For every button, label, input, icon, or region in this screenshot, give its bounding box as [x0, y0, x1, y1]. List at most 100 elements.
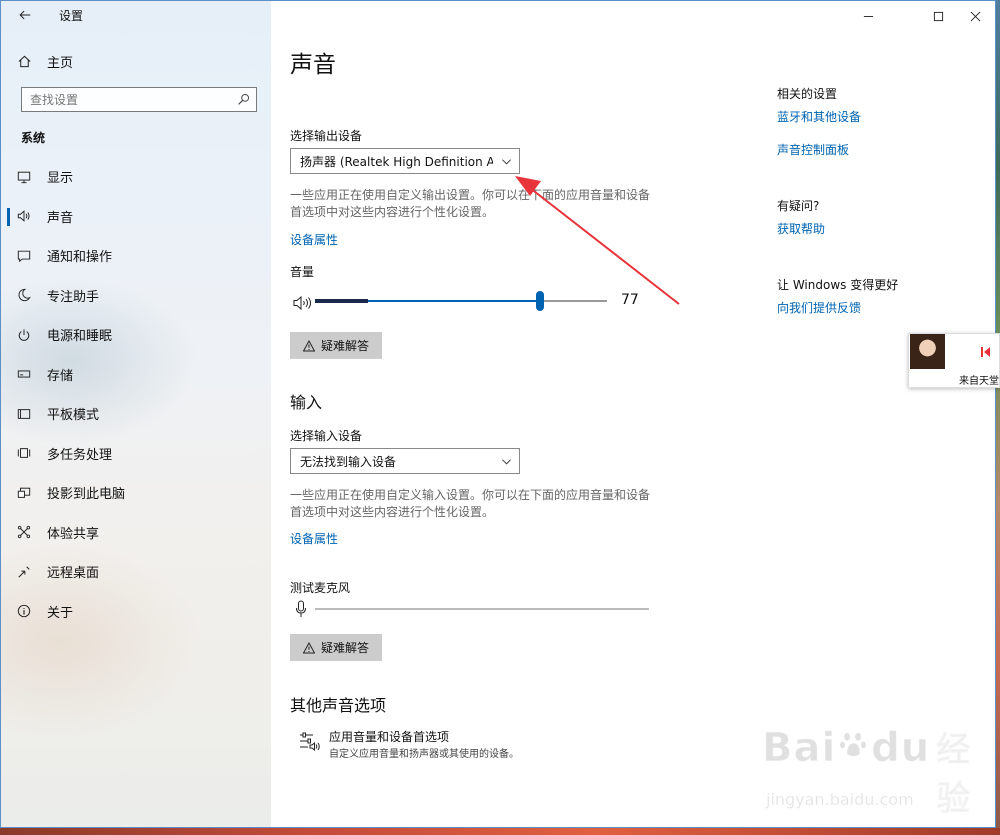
nav-home[interactable]: 主页 — [1, 49, 271, 73]
warning-icon — [302, 339, 315, 351]
sidebar-item-sound[interactable]: 声音 — [1, 197, 271, 237]
input-device-value: 无法找到输入设备 — [300, 454, 397, 469]
sidebar-item-about[interactable]: 关于 — [1, 592, 271, 632]
sidebar-item-display[interactable]: 显示 — [1, 157, 271, 197]
nav-home-label: 主页 — [47, 55, 74, 71]
sidebar-item-project[interactable]: 投影到此电脑 — [1, 473, 271, 513]
close-button[interactable] — [958, 5, 992, 27]
volume-slider[interactable] — [315, 291, 607, 311]
app-volume-link[interactable]: 应用音量和设备首选项 — [329, 728, 449, 745]
search-box[interactable] — [21, 87, 257, 112]
input-troubleshoot-button[interactable]: 疑难解答 — [290, 634, 382, 661]
arrow-left-icon — [19, 10, 31, 20]
related-settings-heading: 相关的设置 — [777, 87, 838, 101]
get-help-link[interactable]: 获取帮助 — [777, 220, 825, 237]
microphone-icon — [296, 600, 306, 617]
output-device-label: 选择输出设备 — [290, 129, 363, 143]
sidebar-item-power[interactable]: 电源和睡眠 — [1, 315, 271, 355]
sidebar-section-title: 系统 — [21, 131, 46, 145]
notification-icon — [1, 249, 47, 263]
widget-caption: 来自天堂 — [959, 376, 999, 387]
sidebar-item-label: 显示 — [47, 171, 74, 187]
watermark-text-right: du — [871, 725, 931, 772]
sidebar-item-shared-experiences[interactable]: 体验共享 — [1, 513, 271, 553]
speaker-icon — [293, 295, 311, 311]
power-icon — [1, 328, 47, 342]
sidebar-item-label: 声音 — [47, 210, 74, 226]
tablet-icon — [1, 407, 47, 421]
widget-avatar — [910, 334, 945, 369]
back-button[interactable] — [13, 4, 37, 26]
desktop-background — [996, 0, 1000, 835]
home-icon — [1, 54, 47, 69]
output-device-value: 扬声器 (Realtek High Definition A... — [300, 154, 493, 169]
close-icon — [970, 11, 980, 21]
main-content: 声音 选择输出设备 扬声器 (Realtek High Definition A… — [271, 1, 995, 827]
previous-track-icon[interactable] — [981, 346, 991, 358]
chevron-down-icon — [493, 456, 519, 467]
project-icon — [1, 486, 47, 500]
minimize-icon — [863, 15, 873, 17]
improve-windows-heading: 让 Windows 变得更好 — [777, 278, 899, 292]
minimize-button[interactable] — [851, 5, 885, 27]
volume-label: 音量 — [290, 265, 315, 279]
settings-window: 设置 主页 系统 显示 — [0, 0, 996, 828]
remote-icon — [1, 565, 47, 579]
monitor-icon — [1, 170, 47, 184]
output-properties-link[interactable]: 设备属性 — [290, 231, 338, 248]
other-sound-heading: 其他声音选项 — [290, 696, 387, 715]
storage-icon — [1, 367, 47, 381]
sound-control-panel-link[interactable]: 声音控制面板 — [777, 141, 849, 158]
mic-level-meter — [315, 608, 649, 610]
feedback-link[interactable]: 向我们提供反馈 — [777, 299, 861, 316]
floating-music-widget[interactable]: 来自天堂 — [908, 333, 1000, 388]
sidebar-item-notifications[interactable]: 通知和操作 — [1, 236, 271, 276]
watermark-text-left: Bai — [761, 725, 837, 772]
sidebar-item-label: 体验共享 — [47, 526, 100, 542]
sidebar: 设置 主页 系统 显示 — [1, 1, 271, 827]
mic-test-label: 测试麦克风 — [290, 581, 351, 595]
input-device-dropdown[interactable]: 无法找到输入设备 — [290, 448, 520, 474]
volume-slider-thumb[interactable] — [535, 291, 544, 311]
volume-value: 77 — [621, 292, 639, 308]
watermark-url: jingyan.baidu.com — [766, 790, 914, 810]
troubleshoot-label: 疑难解答 — [320, 641, 369, 655]
maximize-button[interactable] — [921, 5, 955, 27]
watermark-brand: 经验 — [936, 730, 972, 820]
sidebar-item-tablet-mode[interactable]: 平板模式 — [1, 394, 271, 434]
maximize-icon — [933, 11, 943, 21]
warning-icon — [302, 641, 315, 653]
sidebar-item-label: 通知和操作 — [47, 250, 113, 266]
sidebar-item-focus-assist[interactable]: 专注助手 — [1, 276, 271, 316]
question-heading: 有疑问? — [777, 199, 820, 213]
search-icon — [238, 93, 250, 105]
sidebar-item-storage[interactable]: 存储 — [1, 355, 271, 395]
sidebar-item-remote-desktop[interactable]: 远程桌面 — [1, 552, 271, 592]
volume-peak-meter — [315, 299, 368, 303]
output-device-dropdown[interactable]: 扬声器 (Realtek High Definition A... — [290, 148, 520, 174]
sidebar-item-label: 专注助手 — [47, 289, 100, 305]
multitask-icon — [1, 446, 47, 460]
sidebar-item-label: 关于 — [47, 605, 74, 621]
sidebar-item-label: 存储 — [47, 368, 74, 384]
window-title: 设置 — [59, 9, 84, 23]
sidebar-item-label: 平板模式 — [47, 408, 100, 424]
sidebar-item-label: 多任务处理 — [47, 447, 113, 463]
troubleshoot-label: 疑难解答 — [320, 339, 369, 353]
paw-icon — [839, 732, 867, 757]
chevron-down-icon — [493, 156, 519, 167]
app-volume-icon — [300, 732, 320, 751]
speaker-icon — [1, 209, 47, 223]
sidebar-item-multitasking[interactable]: 多任务处理 — [1, 434, 271, 474]
desktop-taskbar-edge — [0, 828, 1000, 835]
bluetooth-devices-link[interactable]: 蓝牙和其他设备 — [777, 108, 861, 125]
input-heading: 输入 — [290, 393, 323, 412]
app-volume-description: 自定义应用音量和扬声器或其使用的设备。 — [329, 749, 519, 760]
output-troubleshoot-button[interactable]: 疑难解答 — [290, 332, 382, 359]
info-icon — [1, 604, 47, 618]
page-title: 声音 — [290, 52, 336, 78]
search-input[interactable] — [22, 88, 222, 111]
output-description: 一些应用正在使用自定义输出设置。你可以在下面的应用音量和设备首选项中对这些内容进… — [290, 188, 651, 219]
input-device-label: 选择输入设备 — [290, 429, 363, 443]
input-properties-link[interactable]: 设备属性 — [290, 530, 338, 547]
